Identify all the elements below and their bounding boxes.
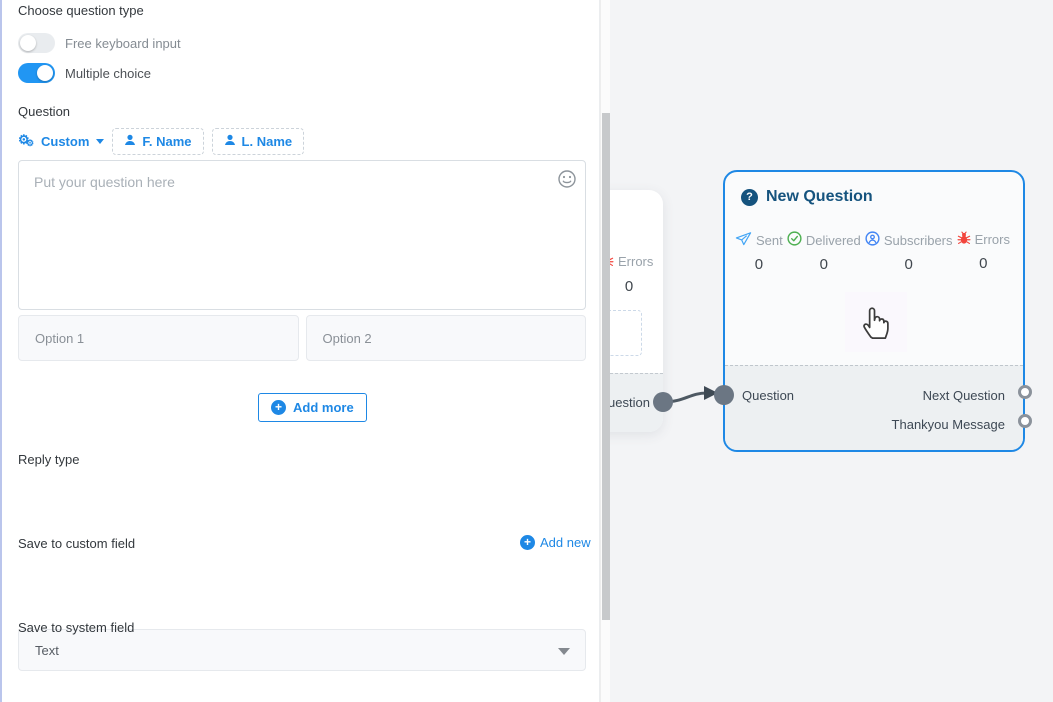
option-1-input[interactable]	[18, 315, 299, 361]
stat-value: 0	[755, 256, 763, 273]
free-keyboard-toggle[interactable]	[18, 33, 55, 53]
stat-sent: Sent 0	[735, 231, 783, 273]
reply-type-select[interactable]: Text	[18, 629, 586, 671]
chevron-down-icon	[558, 648, 570, 655]
reply-type-value: Text	[35, 643, 59, 658]
edge-source-port	[653, 392, 673, 412]
last-name-token-button[interactable]: L. Name	[212, 128, 305, 155]
question-section-label: Question	[18, 104, 70, 119]
save-custom-field-label: Save to custom field	[18, 536, 135, 551]
chevron-down-icon	[96, 139, 104, 144]
custom-field-dropdown-button[interactable]: ⚙⚙ Custom	[18, 133, 104, 151]
flow-builder-screen: Errors 0 uestion ? New Question	[0, 0, 1053, 702]
multiple-choice-toggle[interactable]	[18, 63, 55, 83]
node-stats: Sent 0 Delivered 0	[725, 231, 1023, 273]
first-name-token-button[interactable]: F. Name	[112, 128, 203, 155]
choose-question-type-label: Choose question type	[18, 3, 144, 18]
emoji-picker-icon[interactable]	[557, 169, 577, 189]
new-question-node[interactable]: ? New Question Sent 0	[723, 170, 1025, 452]
toggle-label: Free keyboard input	[65, 36, 181, 51]
token-label: F. Name	[142, 134, 191, 149]
gears-icon: ⚙⚙	[18, 133, 36, 151]
stat-label: Errors	[618, 254, 653, 269]
stat-label: Errors	[975, 232, 1010, 247]
input-port-label: Question	[742, 388, 794, 403]
stat-subscribers: Subscribers 0	[865, 231, 953, 273]
stat-delivered: Delivered 0	[787, 231, 861, 273]
plus-circle-icon: +	[271, 400, 286, 415]
check-circle-icon	[787, 231, 802, 249]
question-config-panel: Choose question type Free keyboard input…	[0, 0, 600, 702]
option-2-input[interactable]	[306, 315, 587, 361]
save-system-field-label: Save to system field	[18, 620, 134, 635]
output-port-next-question[interactable]	[1018, 385, 1032, 399]
stat-value: 0	[620, 278, 638, 295]
stat-errors: Errors 0	[957, 231, 1010, 273]
panel-scrollbar[interactable]	[600, 0, 610, 702]
output-port-thankyou-message[interactable]	[1018, 414, 1032, 428]
question-placeholder: Put your question here	[34, 174, 175, 190]
node-header: ? New Question	[725, 172, 1023, 206]
plus-circle-icon: +	[520, 535, 535, 550]
add-new-label: Add new	[540, 535, 591, 550]
token-label: L. Name	[242, 134, 293, 149]
node-footer	[725, 365, 1023, 450]
output-port-label: Thankyou Message	[892, 417, 1005, 432]
stat-label: Subscribers	[884, 233, 953, 248]
bug-icon	[957, 231, 971, 248]
person-icon	[124, 134, 136, 149]
input-port[interactable]	[714, 385, 734, 405]
reply-type-label: Reply type	[18, 452, 79, 467]
add-new-custom-field-link[interactable]: + Add new	[520, 535, 591, 550]
question-textarea[interactable]: Put your question here	[18, 160, 586, 310]
stat-value: 0	[820, 256, 828, 273]
stat-value: 0	[979, 255, 987, 272]
output-port-label: Next Question	[923, 388, 1005, 403]
stat-label: Sent	[756, 233, 783, 248]
stat-label: Delivered	[806, 233, 861, 248]
send-icon	[735, 231, 752, 249]
subscriber-icon	[865, 231, 880, 249]
question-badge-icon: ?	[741, 189, 758, 206]
add-more-button[interactable]: + Add more	[258, 393, 367, 422]
custom-button-label: Custom	[41, 134, 89, 149]
scrollbar-thumb[interactable]	[602, 113, 610, 620]
stat-value: 0	[905, 256, 913, 273]
add-more-label: Add more	[293, 400, 354, 415]
node-title: New Question	[766, 188, 873, 206]
toggle-label: Multiple choice	[65, 66, 151, 81]
cursor-hand-icon	[845, 292, 907, 352]
person-icon	[224, 134, 236, 149]
